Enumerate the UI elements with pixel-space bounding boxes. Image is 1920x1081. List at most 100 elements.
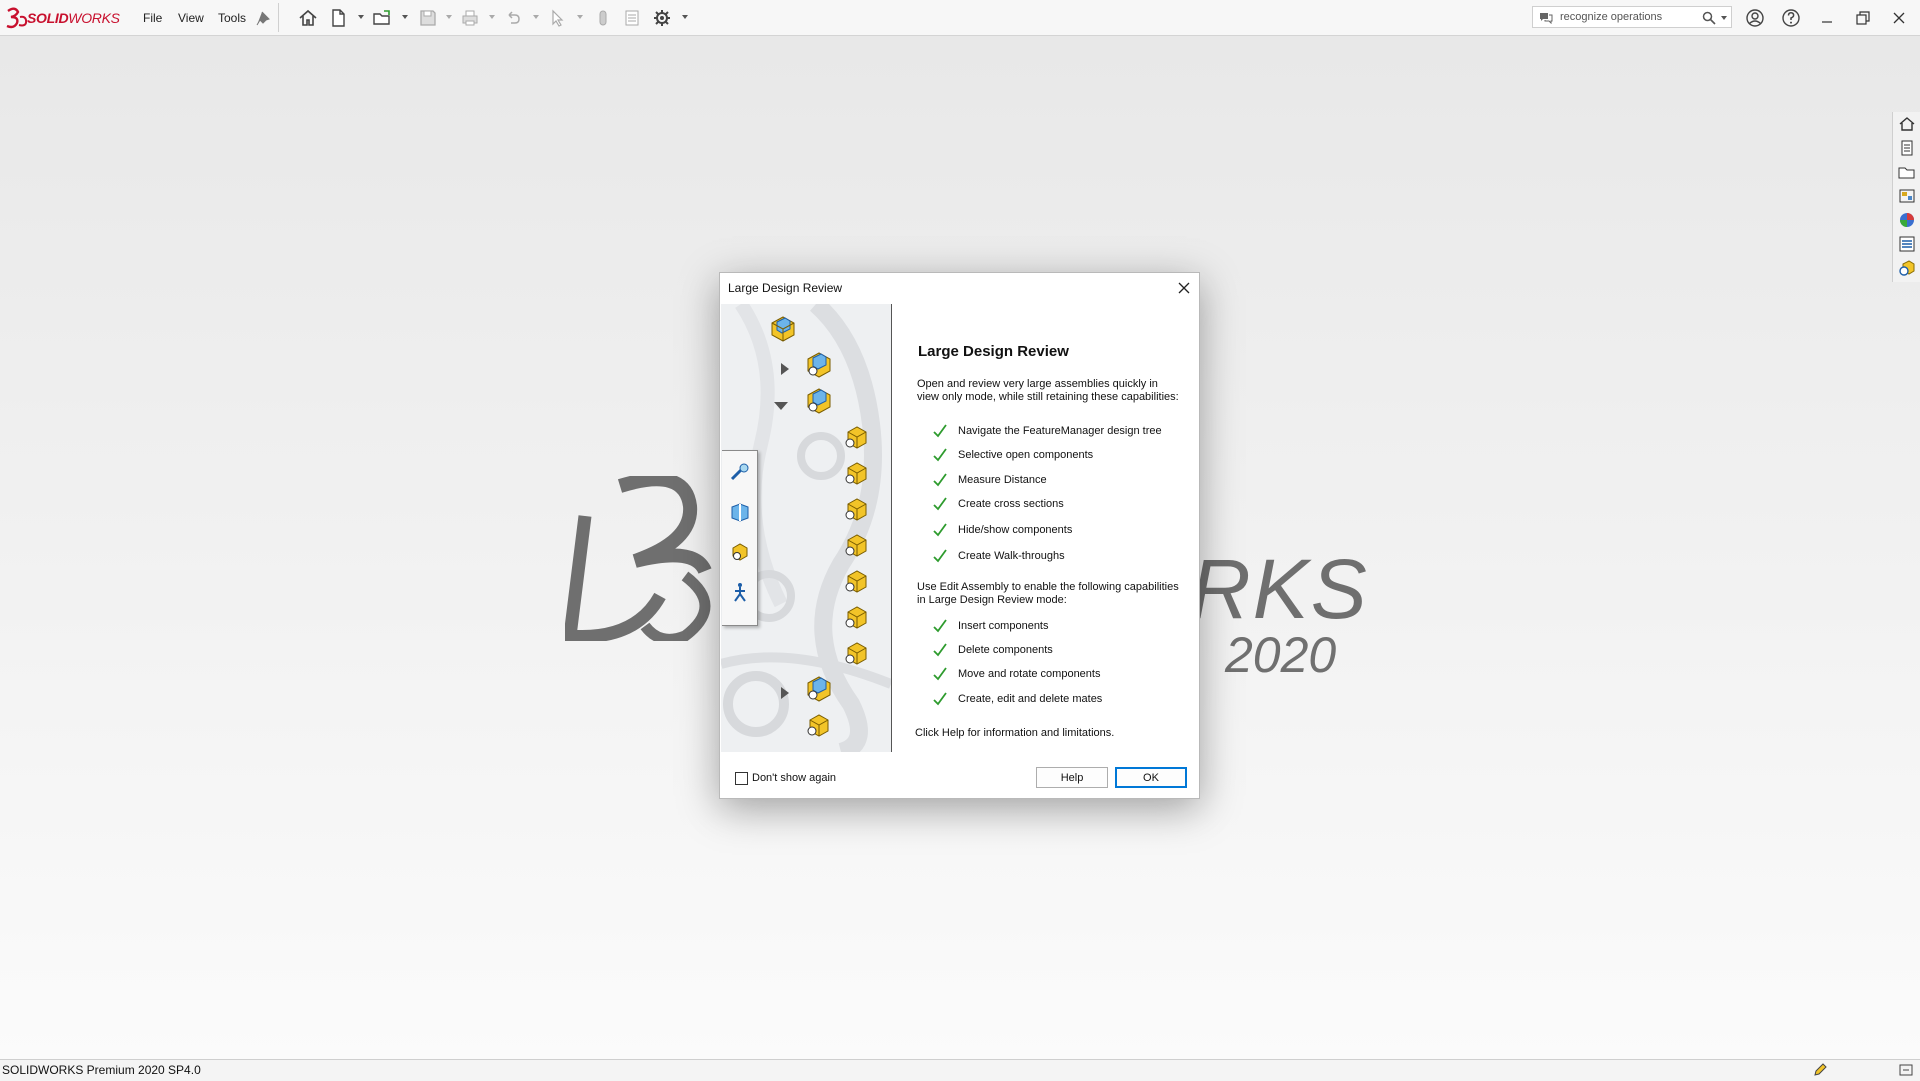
undo-dropdown-caret[interactable] xyxy=(533,15,539,19)
capability-item: Hide/show components xyxy=(932,522,1182,540)
options-dropdown-caret[interactable] xyxy=(682,15,688,19)
home-icon[interactable] xyxy=(298,8,318,28)
check-icon xyxy=(933,424,947,438)
illustration-panel xyxy=(721,304,892,752)
options-gear-icon[interactable] xyxy=(652,8,672,28)
check-icon xyxy=(933,473,947,487)
minimize-icon[interactable] xyxy=(1816,7,1838,29)
dialog-window-title: Large Design Review xyxy=(728,281,843,295)
check-icon xyxy=(933,619,947,633)
search-icon[interactable] xyxy=(1702,11,1716,25)
select-arrow-icon[interactable] xyxy=(548,8,568,28)
tree-expand-arrow[interactable] xyxy=(781,363,789,375)
rebuild-icon[interactable] xyxy=(593,8,613,28)
tp-large-design-review-icon[interactable] xyxy=(1898,259,1916,277)
tp-home-icon[interactable] xyxy=(1898,115,1916,133)
check-icon xyxy=(933,549,947,563)
capability-item: Selective open components xyxy=(932,447,1182,465)
edit-capability-item: Insert components xyxy=(932,618,1182,636)
measure-tool-icon[interactable] xyxy=(729,461,751,483)
capability-item: Create cross sections xyxy=(932,496,1182,514)
background-year-text: 2020 xyxy=(1225,627,1337,683)
dialog-heading: Large Design Review xyxy=(918,343,1069,360)
search-box[interactable]: recognize operations xyxy=(1532,6,1732,28)
pin-icon[interactable] xyxy=(254,9,274,29)
capability-item: Measure Distance xyxy=(932,472,1182,490)
task-pane-tabs xyxy=(1892,112,1920,282)
new-dropdown-caret[interactable] xyxy=(358,15,364,19)
capability-item: Create Walk-throughs xyxy=(932,548,1182,566)
save-icon[interactable] xyxy=(418,8,438,28)
tree-expand-arrow[interactable] xyxy=(781,687,789,699)
save-dropdown-caret[interactable] xyxy=(446,15,452,19)
status-bar: SOLIDWORKS Premium 2020 SP4.0 xyxy=(0,1059,1920,1081)
assembly-root-icon xyxy=(771,316,795,342)
part-icon xyxy=(845,606,867,629)
tree-collapse-arrow[interactable] xyxy=(774,402,788,410)
check-icon xyxy=(933,523,947,537)
toolbar-separator xyxy=(278,3,279,32)
check-icon xyxy=(933,448,947,462)
part-icon xyxy=(807,714,829,737)
brand-name: SOLIDWORKS xyxy=(27,10,120,26)
dont-show-again-label[interactable]: Don't show again xyxy=(752,772,836,784)
menu-tools[interactable]: Tools xyxy=(218,11,246,25)
check-icon xyxy=(933,497,947,511)
print-dropdown-caret[interactable] xyxy=(489,15,495,19)
menu-file[interactable]: File xyxy=(143,11,162,25)
subassembly-icon xyxy=(807,676,831,702)
status-edit-icon[interactable] xyxy=(1812,1062,1828,1078)
status-customize-icon[interactable] xyxy=(1898,1062,1914,1078)
intro-text: Open and review very large assemblies qu… xyxy=(917,378,1179,403)
open-dropdown-caret[interactable] xyxy=(402,15,408,19)
part-icon xyxy=(845,462,867,485)
part-icon xyxy=(845,426,867,449)
close-window-icon[interactable] xyxy=(1888,7,1910,29)
ds-logo-icon xyxy=(6,7,28,29)
ok-button[interactable]: OK xyxy=(1115,767,1187,788)
edit-capability-item: Create, edit and delete mates xyxy=(932,691,1182,709)
undo-icon[interactable] xyxy=(503,8,523,28)
tp-design-library-icon[interactable] xyxy=(1898,163,1916,181)
background-brand-text: RKS xyxy=(1190,542,1369,636)
search-dropdown-caret[interactable] xyxy=(1721,16,1727,20)
capability-item: Navigate the FeatureManager design tree xyxy=(932,423,1182,441)
solidworks-logo[interactable]: SOLIDWORKS xyxy=(5,7,120,29)
walk-through-icon[interactable] xyxy=(729,581,751,603)
check-icon xyxy=(933,692,947,706)
check-icon xyxy=(933,643,947,657)
subassembly-icon xyxy=(807,352,831,378)
tp-custom-properties-icon[interactable] xyxy=(1898,235,1916,253)
tp-resources-icon[interactable] xyxy=(1898,139,1916,157)
part-icon xyxy=(845,498,867,521)
help-note: Click Help for information and limitatio… xyxy=(915,727,1115,739)
section-view-icon[interactable] xyxy=(729,501,751,523)
edit-assembly-text: Use Edit Assembly to enable the followin… xyxy=(917,581,1179,606)
tp-file-explorer-icon[interactable] xyxy=(1898,187,1916,205)
help-icon[interactable] xyxy=(1780,7,1802,29)
subassembly-expanded-icon xyxy=(807,388,831,414)
new-document-icon[interactable] xyxy=(328,8,348,28)
main-toolbar: SOLIDWORKS File View Tools recognize ope… xyxy=(0,0,1920,36)
file-properties-icon[interactable] xyxy=(622,8,642,28)
part-icon xyxy=(845,534,867,557)
part-icon xyxy=(845,642,867,665)
background-ds-logo-icon xyxy=(565,476,712,641)
edit-capability-item: Delete components xyxy=(932,642,1182,660)
dialog-content: Large Design Review Open and review very… xyxy=(910,273,1195,753)
open-folder-icon[interactable] xyxy=(372,8,392,28)
large-design-review-dialog: Large Design Review Large Design Review … xyxy=(719,272,1200,799)
review-tools-palette xyxy=(722,450,758,626)
chat-bubble-icon xyxy=(1540,13,1553,24)
help-button[interactable]: Help xyxy=(1036,767,1108,788)
print-icon[interactable] xyxy=(460,8,480,28)
select-dropdown-caret[interactable] xyxy=(577,15,583,19)
menu-view[interactable]: View xyxy=(178,11,204,25)
dont-show-again-checkbox[interactable] xyxy=(735,772,748,785)
user-account-icon[interactable] xyxy=(1744,7,1766,29)
selective-open-icon[interactable] xyxy=(729,541,751,563)
tp-appearances-icon[interactable] xyxy=(1898,211,1916,229)
search-input[interactable]: recognize operations xyxy=(1560,11,1662,23)
check-icon xyxy=(933,667,947,681)
restore-window-icon[interactable] xyxy=(1852,7,1874,29)
